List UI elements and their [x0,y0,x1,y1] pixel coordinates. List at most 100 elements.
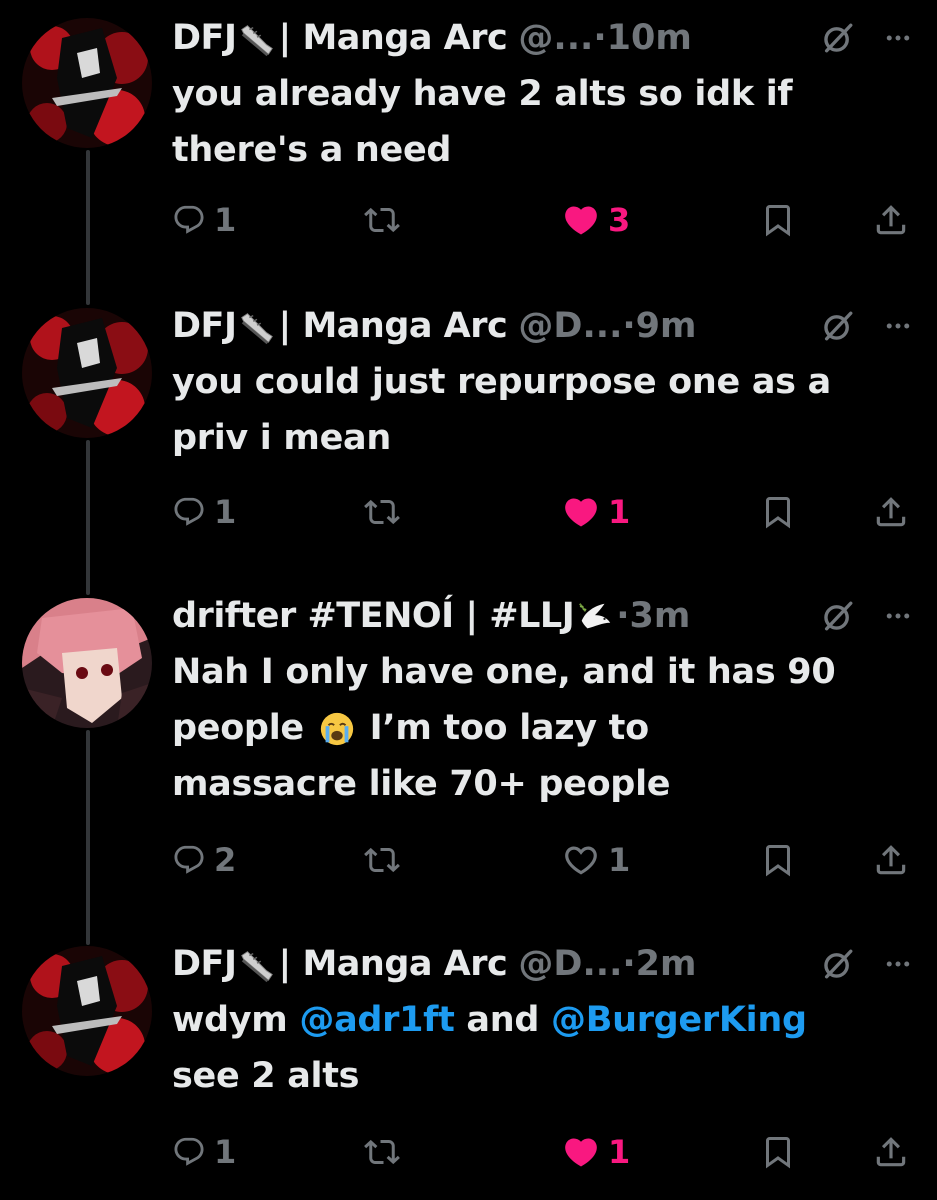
reply-icon [172,1135,206,1169]
reply-count: 1 [214,493,237,531]
avatar[interactable] [22,598,152,728]
grok-icon[interactable] [821,599,855,633]
tweet-text: you already have 2 alts so idk if there'… [172,66,913,178]
share-icon [872,201,910,239]
timestamp[interactable]: 10m [607,18,692,58]
bookmark-icon [760,202,796,238]
share-button[interactable] [872,1122,910,1182]
like-count: 1 [608,1133,631,1171]
dove-emoji [576,598,614,636]
heart-filled-icon [562,1133,600,1171]
tweet-text-segment: wdym [172,1000,288,1040]
retweet-button[interactable] [364,1122,400,1182]
reply-count: 2 [214,841,237,879]
reply-button[interactable]: 2 [172,830,236,890]
reply-button[interactable]: 1 [172,190,236,250]
loudly-crying-face-emoji [318,710,356,748]
tweet-header: DFJ | Manga Arc @D...·2m [172,936,913,992]
grok-icon[interactable] [821,309,855,343]
reply-button[interactable]: 1 [172,482,236,542]
action-bar: 1 3 [172,190,913,250]
tweet-text-line: you already have 2 alts so idk if [172,74,793,114]
reply-icon [172,203,206,237]
handle[interactable]: @... [518,18,593,58]
retweet-button[interactable] [364,830,400,890]
tweet[interactable]: drifter #TENOÍ | #LLJ ·3m Nah I only have… [0,588,937,918]
heart-filled-icon [562,493,600,531]
reply-icon [172,843,206,877]
like-count: 1 [608,493,631,531]
more-icon[interactable] [883,311,913,341]
tweet-header: DFJ | Manga Arc @D...·9m [172,298,913,354]
separator-dot: · [616,596,630,636]
separator-dot: · [622,944,636,984]
tweet-text-line: priv i mean [172,418,391,458]
tweet[interactable]: DFJ | Manga Arc @...·10m you already have… [0,10,937,280]
bookmark-button[interactable] [760,482,796,542]
timestamp[interactable]: 9m [636,306,697,346]
like-count: 1 [608,841,631,879]
mention-link[interactable]: @BurgerKing [551,1000,807,1040]
share-button[interactable] [872,830,910,890]
share-icon [872,493,910,531]
separator-dot: · [593,18,607,58]
retweet-icon [364,202,400,238]
bookmark-button[interactable] [760,1122,796,1182]
share-button[interactable] [872,482,910,542]
reply-count: 1 [214,201,237,239]
display-name-suffix[interactable]: | Manga Arc [278,18,507,58]
tweet-header: drifter #TENOÍ | #LLJ ·3m [172,588,913,644]
tweet-text-line: massacre like 70+ people [172,764,671,804]
reply-icon [172,495,206,529]
display-name-suffix[interactable]: | Manga Arc [278,944,507,984]
display-name[interactable]: DFJ [172,944,237,984]
tweet-text-line: there's a need [172,130,452,170]
retweet-icon [364,494,400,530]
shoe-emoji [238,308,276,346]
action-bar: 1 1 [172,1122,913,1182]
reply-button[interactable]: 1 [172,1122,236,1182]
display-name[interactable]: DFJ [172,18,237,58]
display-name-suffix[interactable]: | Manga Arc [278,306,507,346]
retweet-button[interactable] [364,482,400,542]
timestamp[interactable]: 3m [630,596,691,636]
avatar[interactable] [22,18,152,148]
handle[interactable]: @D... [518,306,622,346]
avatar[interactable] [22,946,152,1076]
tweet[interactable]: DFJ | Manga Arc @D...·9m you could just r… [0,298,937,568]
shoe-emoji [238,20,276,58]
bookmark-button[interactable] [760,830,796,890]
tweet-text-line: people I’m too lazy to [172,700,913,756]
like-button[interactable]: 1 [562,482,630,542]
avatar[interactable] [22,308,152,438]
more-icon[interactable] [883,949,913,979]
display-name[interactable]: drifter #TENOÍ | #LLJ [172,596,575,636]
retweet-button[interactable] [364,190,400,250]
mention-link[interactable]: @adr1ft [299,1000,454,1040]
handle[interactable]: @D... [518,944,622,984]
bookmark-button[interactable] [760,190,796,250]
like-count: 3 [608,201,631,239]
heart-icon [562,841,600,879]
timestamp[interactable]: 2m [636,944,697,984]
action-bar: 2 1 [172,830,913,890]
display-name[interactable]: DFJ [172,306,237,346]
grok-icon[interactable] [821,947,855,981]
tweet-text-line: Nah I only have one, and it has 90 [172,652,836,692]
tweet-text-line: wdym @adr1ft and @BurgerKing [172,992,913,1048]
more-icon[interactable] [883,601,913,631]
share-button[interactable] [872,190,910,250]
like-button[interactable]: 1 [562,1122,630,1182]
separator-dot: · [622,306,636,346]
like-button[interactable]: 3 [562,190,630,250]
tweet[interactable]: DFJ | Manga Arc @D...·2m wdym @adr1ft and… [0,936,937,1200]
retweet-icon [364,1134,400,1170]
tweet-text: wdym @adr1ft and @BurgerKing see 2 alts [172,992,913,1104]
bookmark-icon [760,1134,796,1170]
tweet-header: DFJ | Manga Arc @...·10m [172,10,913,66]
more-icon[interactable] [883,23,913,53]
action-bar: 1 1 [172,482,913,542]
grok-icon[interactable] [821,21,855,55]
like-button[interactable]: 1 [562,830,630,890]
heart-filled-icon [562,201,600,239]
